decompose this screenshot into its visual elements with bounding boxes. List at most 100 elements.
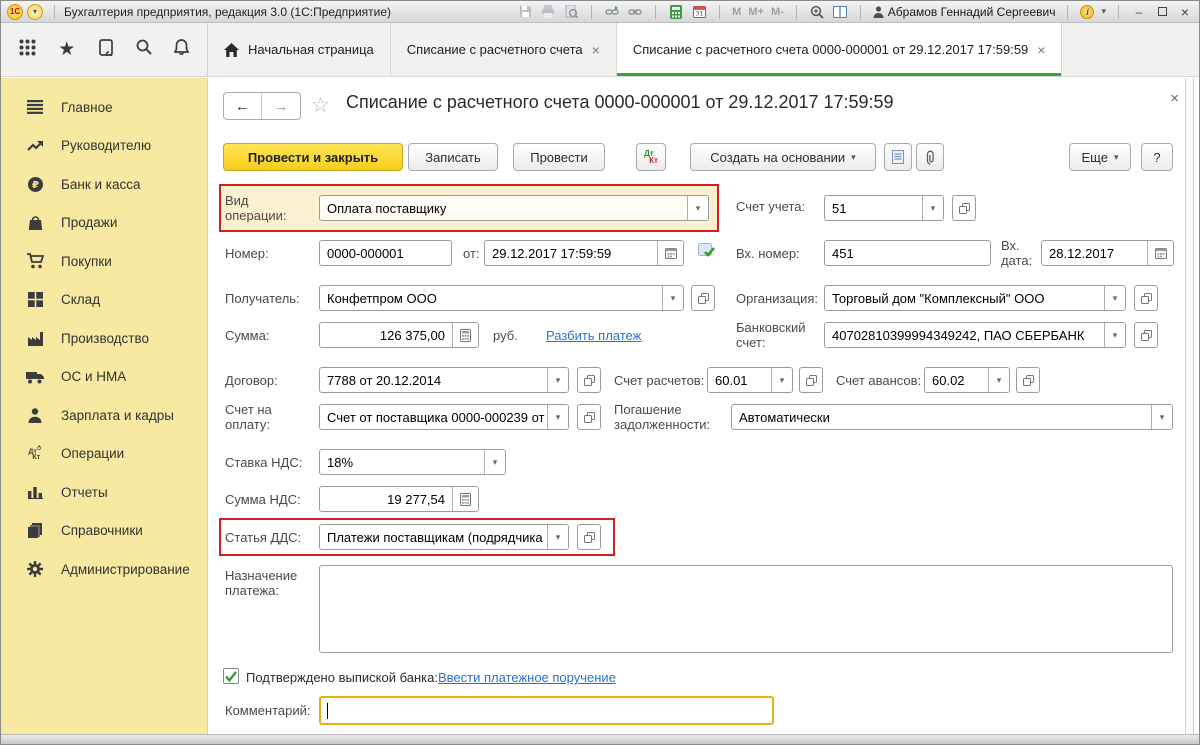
sidebar-item-otchety[interactable]: Отчеты xyxy=(1,473,207,512)
confirmed-checkbox[interactable] xyxy=(223,668,239,684)
sidebar-item-sklad[interactable]: Склад xyxy=(1,281,207,320)
dropdown-button[interactable]: ▾ xyxy=(771,368,792,392)
sidebar-item-os-nma[interactable]: ОС и НМА xyxy=(1,358,207,397)
calendar-icon[interactable]: 31 xyxy=(691,4,707,19)
sections-menu-icon[interactable] xyxy=(19,39,36,61)
invoice-field[interactable]: Счет от поставщика 0000-000239 от ▾ xyxy=(319,404,569,430)
operation-type-field[interactable]: Оплата поставщику ▾ xyxy=(319,195,709,221)
document-posted-icon[interactable] xyxy=(698,242,716,264)
confirmed-checkbox-label[interactable]: Подтверждено выпиской банка: xyxy=(246,670,438,685)
advance-account-field[interactable]: 60.02 ▾ xyxy=(924,367,1010,393)
favorite-star-icon[interactable]: ☆ xyxy=(311,93,330,118)
calculator-icon[interactable] xyxy=(668,4,684,19)
dropdown-button[interactable]: ▾ xyxy=(922,196,943,220)
get-link-icon[interactable] xyxy=(604,4,620,19)
history-icon[interactable] xyxy=(98,38,114,61)
minimize-button[interactable]: – xyxy=(1131,5,1147,19)
info-caret-icon[interactable]: ▾ xyxy=(1101,6,1106,17)
calculator-button[interactable] xyxy=(452,487,478,511)
tab-spisanie-document[interactable]: Списание с расчетного счета 0000-000001 … xyxy=(616,23,1063,76)
save-button[interactable]: Записать xyxy=(408,143,498,171)
memory-m-button[interactable]: M xyxy=(732,6,741,18)
incoming-number-field[interactable]: 451 xyxy=(824,240,991,266)
tab-close-icon[interactable]: × xyxy=(1037,43,1045,57)
date-field[interactable]: 29.12.2017 17:59:59 xyxy=(484,240,684,266)
close-form-button[interactable]: × xyxy=(1170,90,1179,107)
incoming-date-field[interactable]: 28.12.2017 xyxy=(1041,240,1174,266)
tab-spisanie-list[interactable]: Списание с расчетного счета × xyxy=(391,23,617,76)
split-payment-link[interactable]: Разбить платеж xyxy=(546,328,641,343)
sidebar-item-glavnoe[interactable]: Главное xyxy=(1,88,207,127)
show-postings-button[interactable]: Дт Кт xyxy=(636,143,666,171)
vat-rate-field[interactable]: 18% ▾ xyxy=(319,449,506,475)
notifications-icon[interactable] xyxy=(173,38,190,61)
calendar-picker-button[interactable] xyxy=(1147,241,1173,265)
help-button[interactable]: ? xyxy=(1141,143,1173,171)
dropdown-button[interactable]: ▾ xyxy=(1104,286,1125,310)
debt-repayment-field[interactable]: Автоматически ▾ xyxy=(731,404,1173,430)
calendar-picker-button[interactable] xyxy=(657,241,683,265)
save-icon[interactable] xyxy=(517,4,533,19)
create-based-on-button[interactable]: Создать на основании ▾ xyxy=(690,143,876,171)
split-window-icon[interactable] xyxy=(832,4,848,19)
open-settlement-account-button[interactable] xyxy=(799,367,823,393)
maximize-button[interactable] xyxy=(1154,5,1170,19)
post-button[interactable]: Провести xyxy=(513,143,605,171)
dropdown-button[interactable]: ▾ xyxy=(1151,405,1172,429)
organization-field[interactable]: Торговый дом "Комплексный" ООО ▾ xyxy=(824,285,1126,311)
dropdown-button[interactable]: ▾ xyxy=(547,368,568,392)
payee-field[interactable]: Конфетпром ООО ▾ xyxy=(319,285,684,311)
go-link-icon[interactable] xyxy=(627,4,643,19)
comment-field[interactable] xyxy=(319,696,774,725)
tab-close-icon[interactable]: × xyxy=(592,43,600,57)
zoom-icon[interactable] xyxy=(809,4,825,19)
open-invoice-button[interactable] xyxy=(577,404,601,430)
sidebar-item-proizvodstvo[interactable]: Производство xyxy=(1,319,207,358)
search-icon[interactable] xyxy=(136,39,152,60)
current-user[interactable]: Абрамов Геннадий Сергеевич xyxy=(873,5,1055,19)
dropdown-button[interactable]: ▾ xyxy=(988,368,1009,392)
dropdown-button[interactable]: ▾ xyxy=(1104,323,1125,347)
print-preview-icon[interactable] xyxy=(563,4,579,19)
dropdown-button[interactable]: ▾ xyxy=(547,405,568,429)
enter-payment-order-link[interactable]: Ввести платежное поручение xyxy=(438,670,616,685)
open-contract-button[interactable] xyxy=(577,367,601,393)
memory-m-minus-button[interactable]: M- xyxy=(771,6,784,18)
bank-account-field[interactable]: 40702810399994349242, ПАО СБЕРБАНК ▾ xyxy=(824,322,1126,348)
attachments-button[interactable] xyxy=(916,143,944,171)
calculator-button[interactable] xyxy=(452,323,478,347)
memory-m-plus-button[interactable]: M+ xyxy=(748,6,764,18)
sidebar-item-bank-kassa[interactable]: ₽ Банк и касса xyxy=(1,165,207,204)
contract-field[interactable]: 7788 от 20.12.2014 ▾ xyxy=(319,367,569,393)
open-payee-button[interactable] xyxy=(691,285,715,311)
payment-purpose-textarea[interactable] xyxy=(319,565,1173,653)
dropdown-button[interactable]: ▾ xyxy=(687,196,708,220)
sidebar-item-rukovoditelyu[interactable]: Руководителю xyxy=(1,127,207,166)
settlement-account-field[interactable]: 60.01 ▾ xyxy=(707,367,793,393)
info-icon[interactable]: i xyxy=(1080,4,1095,19)
sidebar-item-prodazhi[interactable]: Продажи xyxy=(1,204,207,243)
print-document-button[interactable] xyxy=(884,143,912,171)
back-button[interactable]: ← xyxy=(224,93,262,119)
open-account-button[interactable] xyxy=(952,195,976,221)
dropdown-button[interactable]: ▾ xyxy=(547,525,568,549)
post-and-close-button[interactable]: Провести и закрыть xyxy=(223,143,403,171)
cashflow-item-field[interactable]: Платежи поставщикам (подрядчика ▾ xyxy=(319,524,569,550)
close-window-button[interactable]: × xyxy=(1177,4,1193,20)
tab-home[interactable]: Начальная страница xyxy=(208,23,391,76)
favorites-icon[interactable]: ★ xyxy=(58,40,75,59)
amount-field[interactable]: 126 375,00 xyxy=(319,322,479,348)
open-bank-account-button[interactable] xyxy=(1134,322,1158,348)
sidebar-item-pokupki[interactable]: Покупки xyxy=(1,242,207,281)
dropdown-button[interactable]: ▾ xyxy=(484,450,505,474)
open-advance-account-button[interactable] xyxy=(1016,367,1040,393)
sidebar-item-administrirovanie[interactable]: Администрирование xyxy=(1,550,207,589)
more-button[interactable]: Еще ▾ xyxy=(1069,143,1131,171)
account-field[interactable]: 51 ▾ xyxy=(824,195,944,221)
dropdown-button[interactable]: ▾ xyxy=(662,286,683,310)
sidebar-item-zarplata-kadry[interactable]: Зарплата и кадры xyxy=(1,396,207,435)
number-field[interactable]: 0000-000001 xyxy=(319,240,452,266)
sidebar-item-spravochniki[interactable]: Справочники xyxy=(1,512,207,551)
open-cashflow-item-button[interactable] xyxy=(577,524,601,550)
vat-amount-field[interactable]: 19 277,54 xyxy=(319,486,479,512)
